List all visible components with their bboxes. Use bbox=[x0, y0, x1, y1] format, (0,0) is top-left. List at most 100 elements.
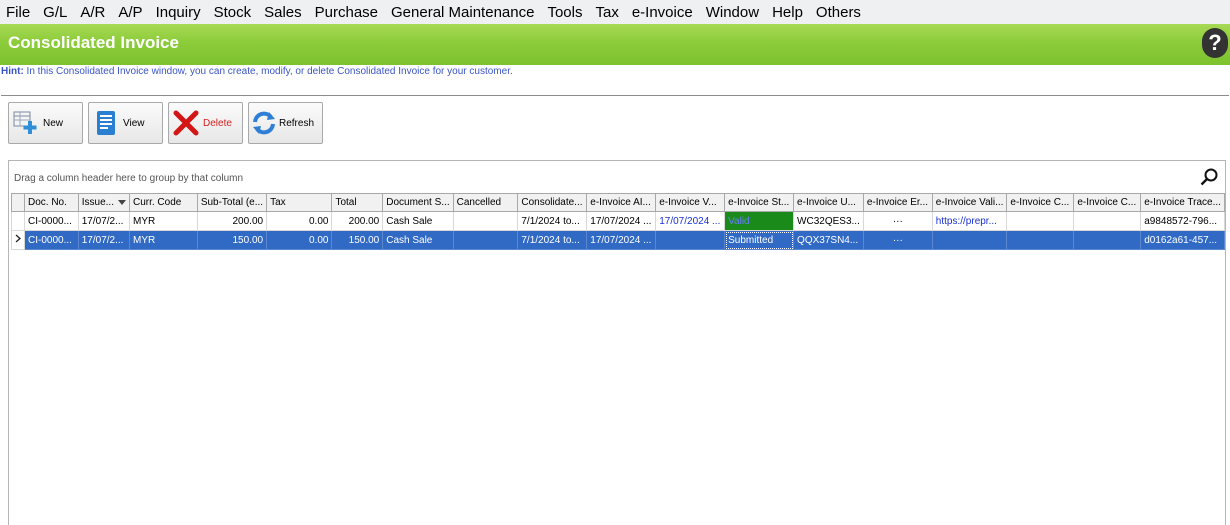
delete-button[interactable]: Delete bbox=[168, 102, 243, 144]
row-indicator[interactable] bbox=[11, 211, 25, 231]
menu-e-invoice[interactable]: e-Invoice bbox=[625, 4, 699, 21]
new-button[interactable]: New bbox=[8, 102, 83, 144]
column-header[interactable]: Curr. Code bbox=[128, 193, 198, 212]
tax-cell[interactable]: 0.00 bbox=[266, 230, 333, 250]
doc-no-cell[interactable]: CI-0000... bbox=[24, 230, 79, 250]
column-header[interactable]: Sub-Total (e... bbox=[196, 193, 268, 212]
einvoice-ai-cell[interactable]: 17/07/2024 ... bbox=[586, 211, 657, 231]
issue-date-cell[interactable]: 17/07/2... bbox=[77, 230, 130, 250]
einvoice-uuid-cell[interactable]: QQX37SN4... bbox=[793, 230, 864, 250]
column-header[interactable]: Document S... bbox=[382, 193, 454, 212]
menu-window[interactable]: Window bbox=[699, 4, 765, 21]
menu-purchase[interactable]: Purchase bbox=[308, 4, 384, 21]
einvoice-uuid-cell[interactable]: WC32QES3... bbox=[793, 211, 864, 231]
einvoice-status-cell[interactable]: Valid bbox=[724, 211, 795, 231]
sort-desc-icon bbox=[117, 199, 126, 205]
cancelled-cell[interactable] bbox=[452, 230, 519, 250]
einvoice-c1-cell[interactable] bbox=[1006, 230, 1075, 250]
menu-file[interactable]: File bbox=[0, 4, 36, 21]
currency-cell[interactable]: MYR bbox=[128, 211, 198, 231]
window-title-bar: Consolidated Invoice ? bbox=[0, 24, 1230, 65]
delete-button-label: Delete bbox=[203, 117, 232, 129]
hint-text: In this Consolidated Invoice window, you… bbox=[23, 66, 513, 77]
total-cell[interactable]: 200.00 bbox=[331, 211, 384, 231]
menu-tools[interactable]: Tools bbox=[540, 4, 588, 21]
currency-cell[interactable]: MYR bbox=[128, 230, 198, 250]
menu-gl[interactable]: G/L bbox=[36, 4, 73, 21]
row-indicator-header bbox=[11, 193, 25, 212]
column-header[interactable]: e-Invoice AI... bbox=[586, 193, 657, 212]
einvoice-validation-link[interactable] bbox=[931, 230, 1008, 250]
column-header[interactable]: Consolidate... bbox=[517, 193, 588, 212]
einvoice-error-ellipsis-button[interactable]: ··· bbox=[862, 230, 933, 250]
menu-sales[interactable]: Sales bbox=[257, 4, 308, 21]
search-icon[interactable] bbox=[1199, 167, 1219, 187]
einvoice-status-cell[interactable]: Submitted bbox=[724, 230, 795, 250]
column-header[interactable]: e-Invoice C... bbox=[1006, 193, 1075, 212]
einvoice-c1-cell[interactable] bbox=[1006, 211, 1075, 231]
total-cell[interactable]: 150.00 bbox=[331, 230, 384, 250]
menu-others[interactable]: Others bbox=[809, 4, 867, 21]
einvoice-validated-cell[interactable] bbox=[655, 230, 726, 250]
doc-no-cell[interactable]: CI-0000... bbox=[24, 211, 79, 231]
column-header[interactable]: e-Invoice Trace... bbox=[1140, 193, 1225, 212]
column-header[interactable]: e-Invoice V... bbox=[655, 193, 726, 212]
group-panel-hint: Drag a column header here to group by th… bbox=[14, 173, 244, 184]
hint-label: Hint: bbox=[1, 66, 24, 77]
column-header[interactable]: e-Invoice Vali... bbox=[931, 193, 1008, 212]
column-header[interactable]: Cancelled bbox=[452, 193, 519, 212]
menu-tax[interactable]: Tax bbox=[588, 4, 624, 21]
einvoice-validation-link[interactable]: https://prepr... bbox=[931, 211, 1008, 231]
delete-x-icon bbox=[169, 108, 203, 138]
cancelled-cell[interactable] bbox=[452, 211, 519, 231]
document-source-cell[interactable]: Cash Sale bbox=[382, 230, 454, 250]
einvoice-trace-cell[interactable]: d0162a61-457... bbox=[1140, 230, 1225, 250]
invoice-grid: Drag a column header here to group by th… bbox=[8, 160, 1226, 525]
document-source-cell[interactable]: Cash Sale bbox=[382, 211, 454, 231]
refresh-button[interactable]: Refresh bbox=[248, 102, 323, 144]
menu-inquiry[interactable]: Inquiry bbox=[149, 4, 207, 21]
table-row[interactable]: CI-0000... 17/07/2... MYR 200.00 0.00 20… bbox=[11, 211, 1225, 231]
current-row-arrow-icon bbox=[15, 234, 21, 243]
column-header[interactable]: Total bbox=[331, 193, 384, 212]
row-indicator[interactable] bbox=[11, 230, 25, 250]
consolidate-period-cell[interactable]: 7/1/2024 to... bbox=[517, 211, 588, 231]
refresh-icon bbox=[249, 108, 279, 138]
tax-cell[interactable]: 0.00 bbox=[266, 211, 333, 231]
invoice-table: Doc. No. Issue... Curr. Code Sub-Total (… bbox=[11, 193, 1225, 250]
view-document-icon bbox=[89, 108, 123, 138]
column-header[interactable]: Doc. No. bbox=[24, 193, 79, 212]
table-header-row: Doc. No. Issue... Curr. Code Sub-Total (… bbox=[11, 193, 1225, 212]
menu-general-maintenance[interactable]: General Maintenance bbox=[384, 4, 540, 21]
column-header[interactable]: e-Invoice C... bbox=[1073, 193, 1142, 212]
column-header[interactable]: e-Invoice U... bbox=[793, 193, 864, 212]
new-document-icon bbox=[9, 108, 43, 138]
issue-date-cell[interactable]: 17/07/2... bbox=[77, 211, 130, 231]
window-title: Consolidated Invoice bbox=[8, 33, 179, 52]
menu-bar: File G/L A/R A/P Inquiry Stock Sales Pur… bbox=[0, 0, 1230, 24]
einvoice-trace-cell[interactable]: a9848572-796... bbox=[1140, 211, 1225, 231]
menu-ap[interactable]: A/P bbox=[111, 4, 148, 21]
group-panel[interactable]: Drag a column header here to group by th… bbox=[9, 161, 1225, 193]
column-header[interactable]: e-Invoice St... bbox=[724, 193, 795, 212]
view-button[interactable]: View bbox=[88, 102, 163, 144]
menu-stock[interactable]: Stock bbox=[207, 4, 258, 21]
einvoice-validated-cell[interactable]: 17/07/2024 ... bbox=[655, 211, 726, 231]
consolidate-period-cell[interactable]: 7/1/2024 to... bbox=[517, 230, 588, 250]
column-header[interactable]: e-Invoice Er... bbox=[862, 193, 933, 212]
menu-ar[interactable]: A/R bbox=[73, 4, 111, 21]
einvoice-error-ellipsis-button[interactable]: ··· bbox=[862, 211, 933, 231]
new-button-label: New bbox=[43, 117, 64, 129]
table-row-selected[interactable]: CI-0000... 17/07/2... MYR 150.00 0.00 15… bbox=[11, 230, 1225, 250]
help-icon: ? bbox=[1208, 30, 1222, 55]
menu-help[interactable]: Help bbox=[765, 4, 809, 21]
subtotal-cell[interactable]: 150.00 bbox=[196, 230, 268, 250]
subtotal-cell[interactable]: 200.00 bbox=[196, 211, 268, 231]
einvoice-c2-cell[interactable] bbox=[1073, 230, 1142, 250]
column-header[interactable]: Issue... bbox=[77, 193, 130, 212]
einvoice-c2-cell[interactable] bbox=[1073, 211, 1142, 231]
hint-bar: Hint: In this Consolidated Invoice windo… bbox=[1, 66, 1229, 96]
column-header[interactable]: Tax bbox=[266, 193, 333, 212]
einvoice-ai-cell[interactable]: 17/07/2024 ... bbox=[586, 230, 657, 250]
help-button[interactable]: ? bbox=[1202, 28, 1228, 58]
